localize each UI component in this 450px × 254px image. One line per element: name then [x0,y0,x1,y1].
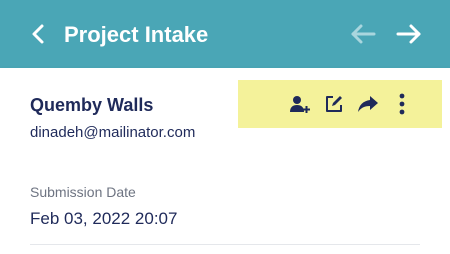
more-vertical-icon [399,93,405,115]
previous-button[interactable] [348,20,378,48]
share-icon [358,96,378,112]
arrow-left-icon [351,24,376,44]
back-button[interactable] [26,20,50,48]
chevron-left-icon [32,24,44,44]
divider [30,244,420,245]
edit-button[interactable] [322,92,346,116]
share-button[interactable] [356,92,380,116]
assign-user-icon [290,96,310,113]
page-title: Project Intake [64,22,209,47]
action-toolbar [238,80,442,128]
app-header: Project Intake [0,0,450,68]
edit-icon [326,96,342,112]
arrow-right-icon [396,24,421,44]
contact-name: Quemby Walls [30,95,154,115]
submission-date-field: Submission Date Feb 03, 2022 20:07 [0,160,450,254]
assign-user-button[interactable] [288,92,312,116]
contact-email: dinadeh@mailinator.com [30,124,196,141]
field-label: Submission Date [30,184,136,200]
field-value: Feb 03, 2022 20:07 [30,209,178,228]
next-button[interactable] [394,20,424,48]
more-options-button[interactable] [390,92,414,116]
contact-card: Quemby Walls dinadeh@mailinator.com [0,68,450,160]
